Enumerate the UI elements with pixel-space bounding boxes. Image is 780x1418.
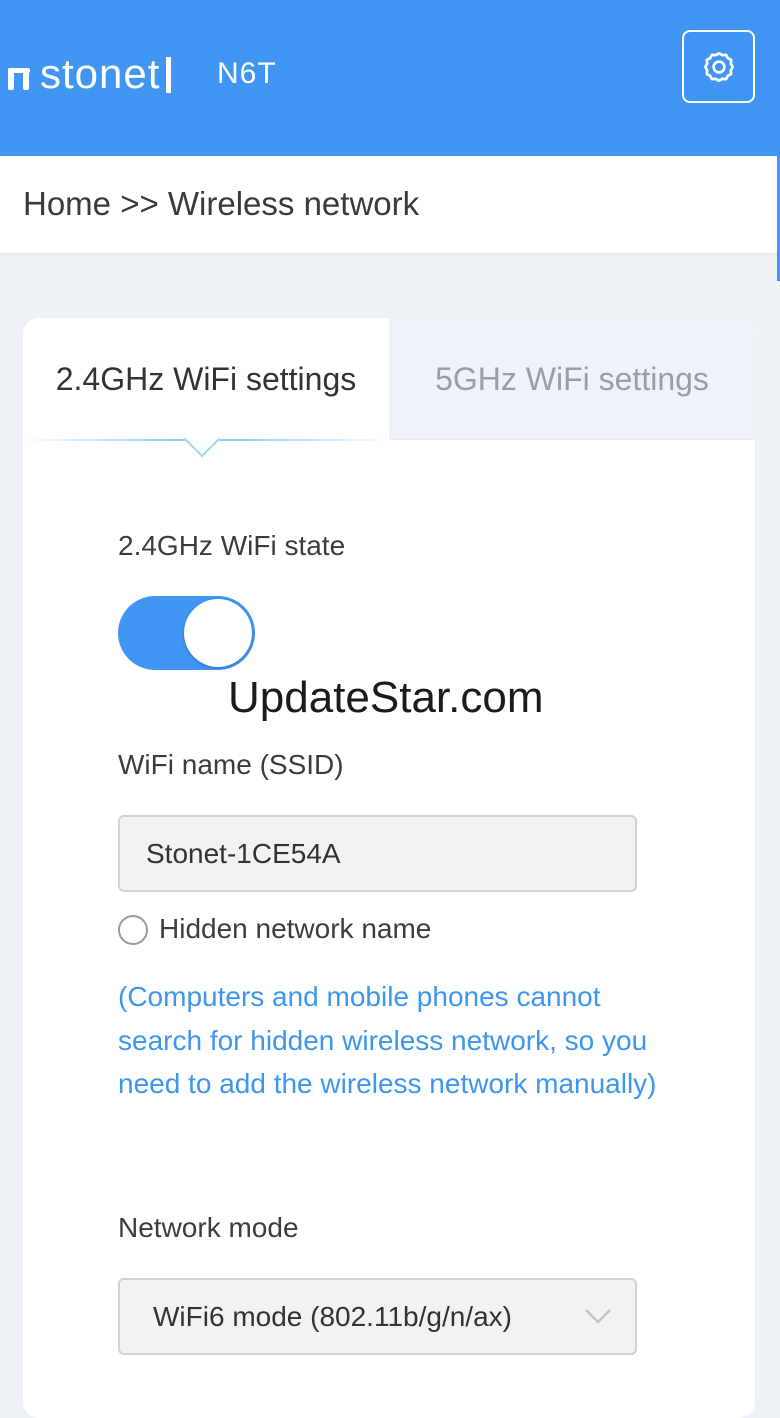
brand-name: stonet — [40, 50, 161, 97]
hidden-network-hint: (Computers and mobile phones cannot sear… — [118, 981, 657, 1099]
tab-label: 5GHz WiFi settings — [435, 361, 709, 397]
top-header: stonet N6T — [0, 0, 780, 156]
network-mode-value: WiFi6 mode (802.11b/g/n/ax) — [153, 1300, 512, 1332]
network-mode-select[interactable]: WiFi6 mode (802.11b/g/n/ax) — [118, 1278, 637, 1355]
gear-icon — [703, 51, 734, 82]
breadcrumb: Home >> Wireless network — [23, 185, 420, 222]
watermark: UpdateStar.com — [228, 673, 544, 722]
logo-mark-icon — [8, 68, 30, 90]
chevron-down-icon — [585, 1309, 611, 1324]
brand-divider — [166, 57, 172, 93]
ssid-input[interactable]: Stonet-1CE54A — [118, 815, 637, 892]
wifi-state-label: 2.4GHz WiFi state — [118, 530, 346, 561]
hidden-network-label[interactable]: Hidden network name — [159, 912, 431, 946]
ssid-value: Stonet-1CE54A — [146, 837, 341, 869]
settings-button[interactable] — [682, 30, 755, 103]
toggle-knob — [184, 599, 252, 667]
hidden-network-radio[interactable] — [118, 915, 148, 945]
model-name: N6T — [217, 57, 277, 90]
tab-2-4ghz-wifi-settings[interactable]: 2.4GHz WiFi settings — [23, 318, 389, 440]
wifi-state-toggle[interactable] — [118, 596, 255, 670]
tab-label: 2.4GHz WiFi settings — [55, 361, 357, 397]
network-mode-label: Network mode — [118, 1212, 299, 1243]
stonet-logo: stonet — [8, 50, 172, 97]
tab-5ghz-wifi-settings[interactable]: 5GHz WiFi settings — [389, 318, 755, 440]
tab-divider — [389, 439, 755, 440]
ssid-label: WiFi name (SSID) — [118, 749, 344, 780]
